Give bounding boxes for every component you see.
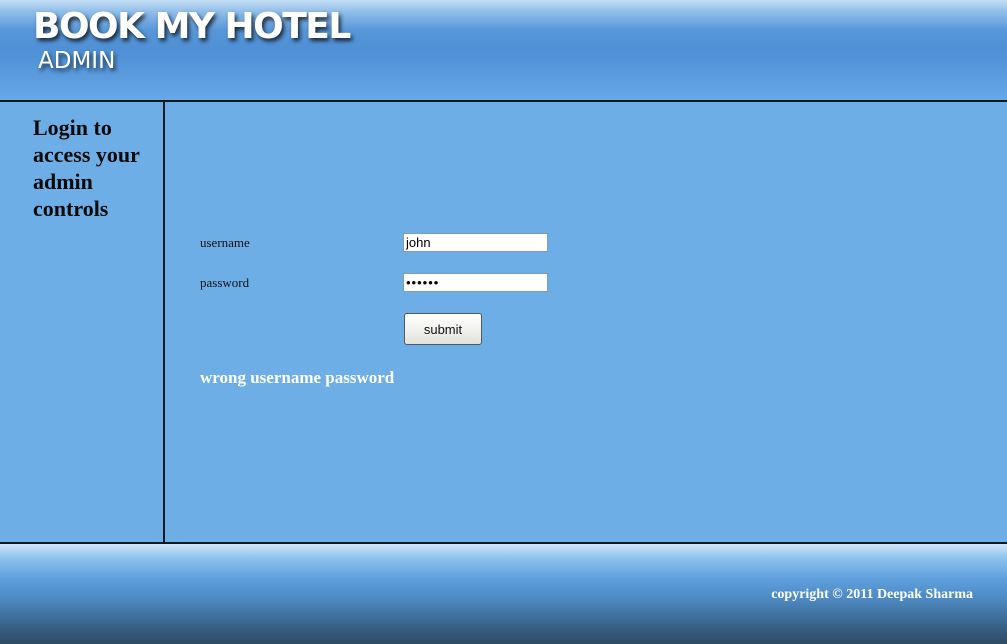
sidebar: Login to access your admin controls	[0, 102, 165, 542]
error-message: wrong username password	[200, 368, 395, 387]
username-label: username	[200, 235, 250, 250]
footer: copyright © 2011 Deepak Sharma	[0, 542, 1007, 644]
password-input[interactable]	[403, 273, 548, 292]
username-input[interactable]	[403, 233, 548, 252]
login-panel: username password submit wrong username …	[165, 102, 1007, 542]
logo-title: BOOK MY HOTEL	[33, 6, 351, 47]
submit-button[interactable]: submit	[404, 313, 482, 345]
logo-subtitle: ADMIN	[38, 48, 116, 74]
sidebar-heading: Login to access your admin controls	[33, 115, 140, 221]
password-label: password	[200, 275, 250, 290]
header: BOOK MY HOTEL ADMIN	[0, 0, 1007, 102]
copyright-text: copyright © 2011 Deepak Sharma	[771, 587, 973, 602]
